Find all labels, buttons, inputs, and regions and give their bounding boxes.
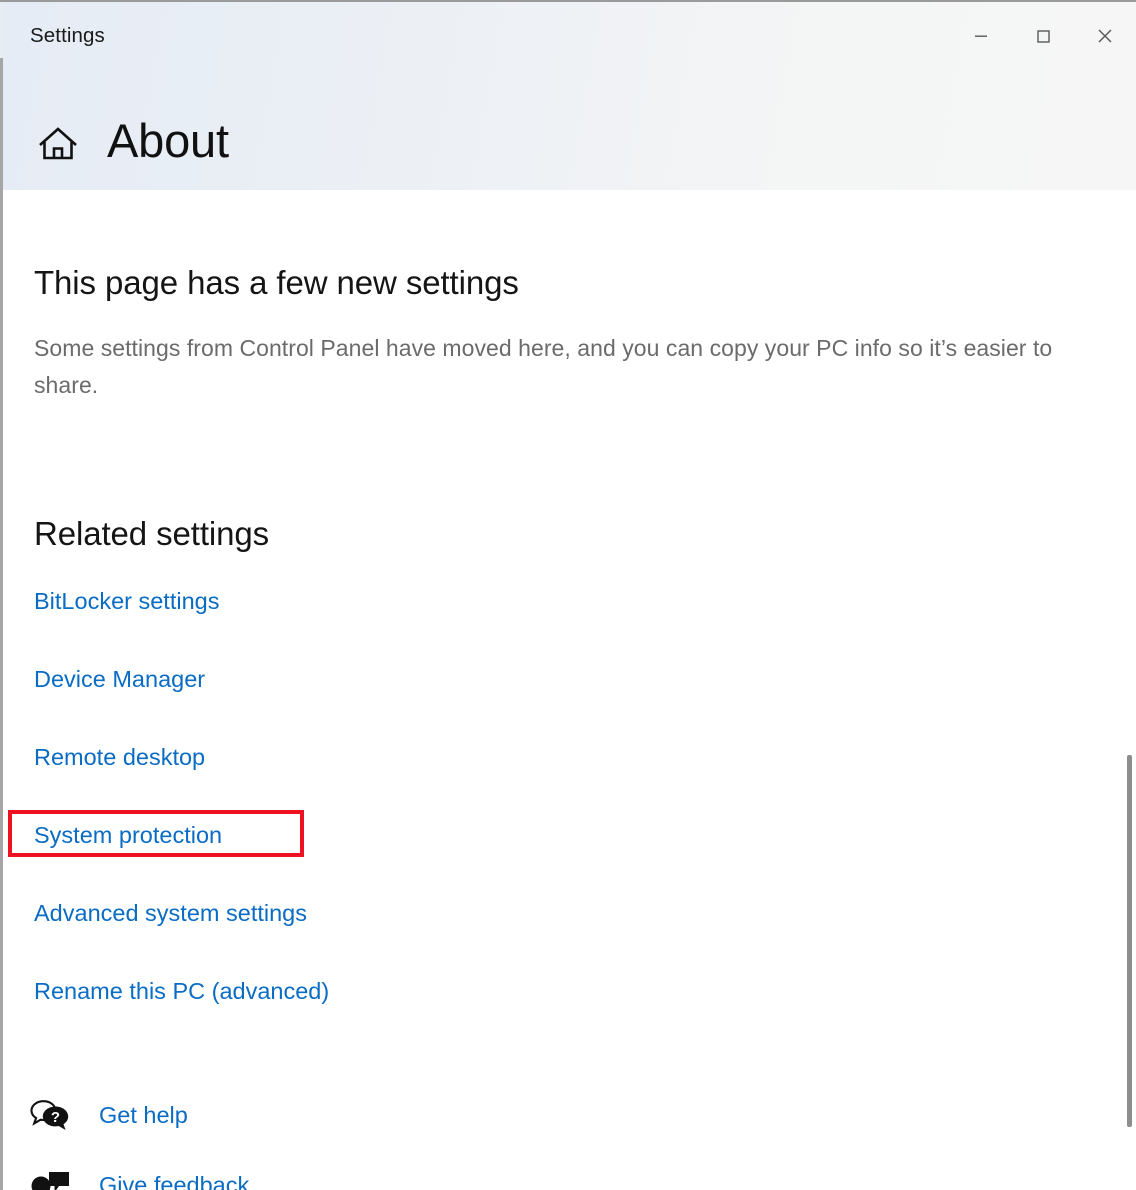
content-area: This page has a few new settings Some se… [3, 190, 1136, 1190]
app-title: Settings [30, 24, 105, 47]
maximize-icon [1037, 30, 1050, 43]
window-top-border [0, 0, 1136, 2]
help-speech-bubble-icon-glyph: ? [30, 1100, 69, 1130]
minimize-icon [975, 35, 987, 37]
related-link-device-manager[interactable]: Device Manager [34, 664, 205, 694]
window-controls [950, 4, 1136, 68]
feedback-speech-bubble-icon [29, 1168, 75, 1190]
window-left-border-titlebar [0, 2, 3, 58]
svg-text:?: ? [51, 1109, 60, 1126]
get-help-link[interactable]: ? Get help [29, 1095, 188, 1135]
related-link-remote-desktop[interactable]: Remote desktop [34, 742, 205, 772]
settings-window: Settings About This page has a few new s… [0, 0, 1136, 1190]
related-link-system-protection[interactable]: System protection [34, 820, 222, 850]
get-help-label: Get help [99, 1102, 188, 1128]
window-left-border [0, 2, 3, 1190]
minimize-button[interactable] [950, 4, 1012, 68]
related-link-bitlocker-settings[interactable]: BitLocker settings [34, 586, 219, 616]
related-settings-heading: Related settings [34, 515, 270, 552]
give-feedback-label: Give feedback [99, 1172, 250, 1190]
home-icon[interactable] [36, 122, 86, 166]
page-title: About [107, 114, 229, 167]
scrollbar-thumb[interactable] [1127, 755, 1132, 1127]
help-speech-bubble-icon: ? [29, 1098, 75, 1132]
promo-description: Some settings from Control Panel have mo… [34, 335, 1053, 398]
feedback-speech-bubble-icon-glyph [31, 1172, 69, 1190]
related-link-rename-this-pc[interactable]: Rename this PC (advanced) [34, 976, 329, 1006]
give-feedback-link[interactable]: Give feedback [29, 1165, 249, 1190]
page-header: About [3, 100, 703, 180]
home-icon-glyph [39, 127, 77, 160]
vertical-scrollbar[interactable] [1120, 190, 1136, 1190]
close-icon [1098, 29, 1112, 43]
promo-heading: This page has a few new settings [34, 264, 519, 301]
related-link-advanced-system-settings[interactable]: Advanced system settings [34, 898, 307, 928]
close-button[interactable] [1074, 4, 1136, 68]
maximize-button[interactable] [1012, 4, 1074, 68]
title-bar[interactable]: Settings [3, 2, 1136, 68]
